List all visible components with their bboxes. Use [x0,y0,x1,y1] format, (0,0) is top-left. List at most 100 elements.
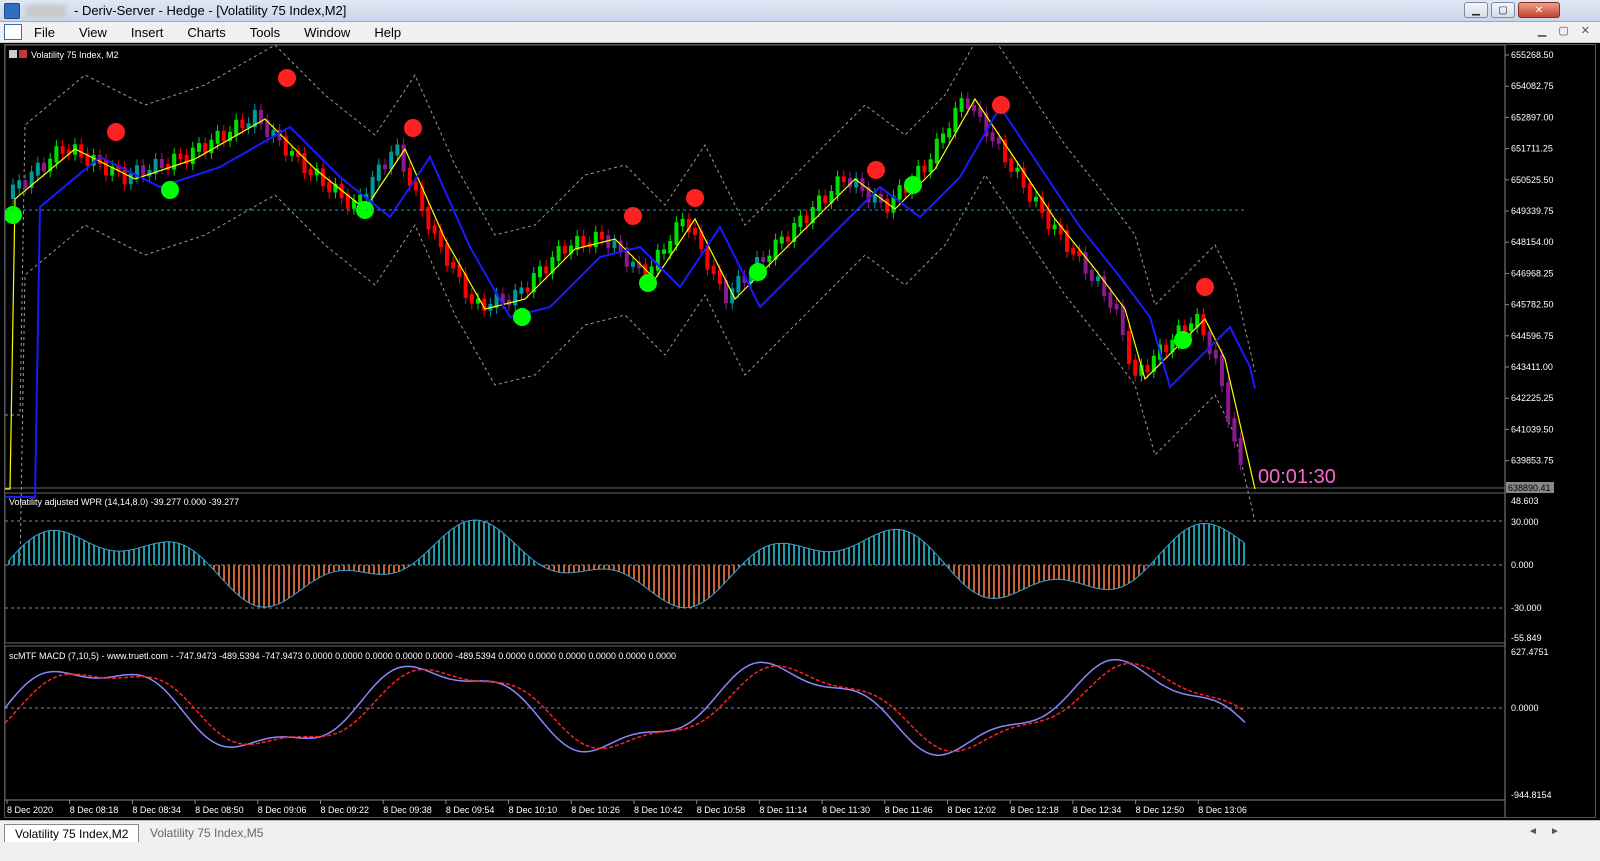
chart-window[interactable]: Volatility 75 Index, M2 00:01:30 655268.… [4,24,1596,818]
candle-body [804,215,809,224]
price-axis-label: 649339.75 [1511,206,1554,216]
menu-view[interactable]: View [67,25,119,40]
candle-body [234,119,239,136]
candle-body [141,165,146,177]
buy-signal-dot [513,308,531,326]
candle-body [798,215,803,228]
chart-window-icon[interactable] [4,24,22,40]
candle-body [897,185,902,200]
menu-bar: File View Insert Charts Tools Window Hel… [0,22,1600,43]
candle-body [60,146,65,154]
chart-flag-icon [9,50,17,58]
candle-body [17,180,22,189]
buy-signal-dot [639,274,657,292]
candle-body [922,165,927,173]
time-axis-label: 8 Dec 12:02 [948,805,997,815]
price-axis-label: 644596.75 [1511,331,1554,341]
candle-body [1201,313,1206,336]
time-axis-label: 8 Dec 11:14 [759,805,807,815]
minimize-button[interactable]: ▁ [1464,2,1488,18]
mdi-restore-icon[interactable]: ▢ [1558,24,1568,37]
mdi-minimize-icon[interactable]: ▁ [1538,24,1546,37]
time-axis-label: 8 Dec 11:30 [822,805,870,815]
candle-body [680,218,685,227]
candle-body [556,246,561,262]
candle-body [823,195,828,203]
menu-charts[interactable]: Charts [175,25,237,40]
price-axis-label: 648154.00 [1511,237,1554,247]
time-axis-label: 8 Dec 12:50 [1136,805,1185,815]
candle-body [1120,305,1125,336]
candle-body [941,133,945,143]
maximize-button[interactable]: ▢ [1491,2,1515,18]
mdi-close-icon[interactable]: ✕ [1581,24,1590,37]
macd-indicator-title: scMTF MACD (7,10,5) - www.truetl.com - -… [9,651,676,661]
price-axis-label: 643411.00 [1511,362,1553,372]
candle-body [172,153,177,170]
candle-body [190,147,195,165]
chart-tab-bar: Volatility 75 Index,M2 Volatility 75 Ind… [0,820,1600,861]
candle-body [240,119,245,129]
candle-body [965,98,970,110]
menu-file[interactable]: File [22,25,67,40]
candle-body [1009,158,1014,172]
time-axis-label: 8 Dec 09:54 [446,805,495,815]
title-bar: - Deriv-Server - Hedge - [Volatility 75 … [0,0,1600,22]
tab-volatility-75-m5[interactable]: Volatility 75 Index,M5 [140,824,273,842]
menu-help[interactable]: Help [362,25,413,40]
time-axis-label: 8 Dec 10:26 [571,805,620,815]
price-axis-label: 655268.50 [1511,50,1554,60]
price-axis-label: 646968.25 [1511,268,1554,278]
time-axis-label: 8 Dec 08:18 [70,805,119,815]
candle-body [1133,359,1138,376]
time-axis-label: 8 Dec 09:38 [383,805,432,815]
candle-body [451,261,456,269]
candle-body [1182,325,1187,332]
menu-window[interactable]: Window [292,25,362,40]
candle-body [761,257,766,262]
time-axis-label: 8 Dec 08:50 [195,805,244,815]
candle-body [841,176,846,183]
candle-body [711,265,716,275]
candle-body [1213,349,1218,359]
time-axis-label: 8 Dec 13:06 [1198,805,1247,815]
close-button[interactable]: ✕ [1518,2,1560,18]
buy-signal-dot [904,176,922,194]
candle-body [519,287,524,294]
candle-body [693,228,697,235]
candle-body [1015,167,1020,172]
symbol-label: Volatility 75 Index, M2 [31,50,119,60]
menu-insert[interactable]: Insert [119,25,176,40]
candle-body [1089,269,1094,281]
candle-body [221,130,226,142]
time-axis-label: 8 Dec 09:22 [321,805,370,815]
candle-body [1164,344,1169,353]
wpr-axis-label: 0.000 [1511,560,1534,570]
candle-body [1071,247,1076,255]
candle-body [414,181,418,191]
menu-tools[interactable]: Tools [238,25,292,40]
tab-scroll-right-icon[interactable]: ► [1550,826,1560,837]
wpr-axis-label: -30.000 [1511,603,1542,613]
sell-signal-dot [686,189,704,207]
candle-body [1145,364,1150,373]
wpr-axis-label: 30.000 [1511,517,1539,527]
wpr-axis-label: 48.603 [1511,496,1539,506]
wpr-axis-label: -55.849 [1511,633,1542,643]
macd-axis-label: 627.4751 [1511,647,1549,657]
tab-scroll-left-icon[interactable]: ◄ [1528,826,1538,837]
candle-body [947,128,952,138]
price-axis-label: 642225.25 [1511,393,1554,403]
candle-body [1207,331,1212,354]
candle-body [178,153,183,160]
candle-body [1226,382,1231,423]
candle-body [197,143,201,152]
tab-volatility-75-m2[interactable]: Volatility 75 Index,M2 [4,824,140,842]
macd-pane [4,645,1506,801]
candle-body [1114,303,1119,310]
candle-body [581,235,586,247]
price-chart[interactable]: Volatility 75 Index, M2 00:01:30 655268.… [4,24,1595,817]
price-axis-label: 651711.25 [1511,144,1553,154]
candle-body [1232,418,1237,442]
candle-body [544,266,549,274]
